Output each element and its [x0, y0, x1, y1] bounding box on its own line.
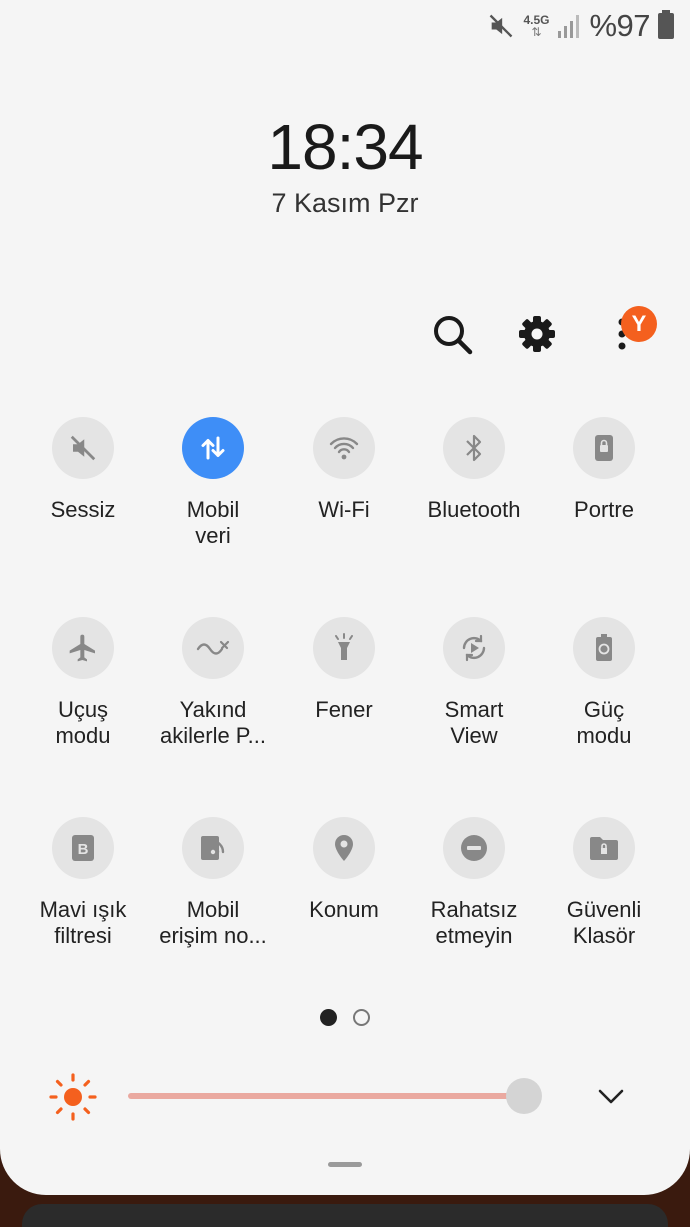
- sound-muted-icon: [490, 14, 513, 38]
- tile-yakindakilerle-paylas[interactable]: Yakınd akilerle P...: [148, 617, 278, 749]
- tile-fener[interactable]: Fener: [279, 617, 409, 723]
- tile-label: Fener: [315, 697, 373, 722]
- battery-percentage: %97: [589, 8, 650, 43]
- blue-light-filter-icon[interactable]: B: [52, 817, 114, 879]
- tile-mobil-veri[interactable]: Mobil veri: [148, 417, 278, 549]
- page-indicator: [320, 1009, 370, 1026]
- tile-label: Mobil erişim no...: [159, 897, 267, 948]
- tile-rahatsiz-etmeyin[interactable]: Rahatsız etmeyin: [409, 817, 539, 949]
- quick-settings-panel: 4.5G ⇅ %97 18:34 7 Kasım Pzr Y Sessiz Mo…: [0, 0, 690, 1195]
- clock-date[interactable]: 7 Kasım Pzr: [0, 188, 690, 219]
- location-icon[interactable]: [313, 817, 375, 879]
- tile-label: Konum: [309, 897, 379, 922]
- brightness-sun-icon: [49, 1073, 97, 1121]
- status-bar: 4.5G ⇅ %97: [487, 8, 674, 44]
- tile-label: Güç modu: [576, 697, 632, 748]
- brightness-slider[interactable]: [128, 1093, 540, 1099]
- signal-icon: [558, 15, 580, 38]
- mobile-hotspot-icon[interactable]: [182, 817, 244, 879]
- settings-gear-icon[interactable]: [515, 312, 559, 356]
- tile-guvenli-klasor[interactable]: Güvenli Klasör: [539, 817, 669, 949]
- tile-smart-view[interactable]: Smart View: [409, 617, 539, 749]
- tile-guc-modu[interactable]: Güç modu: [539, 617, 669, 749]
- tile-label: Wi-Fi: [318, 497, 370, 522]
- panel-drag-handle[interactable]: [328, 1162, 362, 1167]
- tile-bluetooth[interactable]: Bluetooth: [409, 417, 539, 523]
- airplane-icon[interactable]: [52, 617, 114, 679]
- secure-folder-icon[interactable]: [573, 817, 635, 879]
- tile-label: Mavi ışık filtresi: [39, 897, 127, 948]
- tile-label: Portre: [574, 497, 634, 522]
- tile-label: Yakınd akilerle P...: [160, 697, 266, 748]
- smart-view-icon[interactable]: [443, 617, 505, 679]
- background-notification-card: [22, 1204, 668, 1227]
- tile-konum[interactable]: Konum: [279, 817, 409, 923]
- tile-mavi-isik-filtresi[interactable]: B Mavi ışık filtresi: [18, 817, 148, 949]
- bluetooth-icon[interactable]: [443, 417, 505, 479]
- wifi-icon[interactable]: [313, 417, 375, 479]
- mute-icon[interactable]: [52, 417, 114, 479]
- chevron-down-icon[interactable]: [596, 1084, 626, 1108]
- tile-label: Mobil veri: [186, 497, 240, 548]
- tile-label: Smart View: [444, 697, 504, 748]
- brightness-slider-thumb[interactable]: [505, 1078, 542, 1114]
- tile-label: Rahatsız etmeyin: [430, 897, 518, 948]
- tile-label: Güvenli Klasör: [566, 897, 642, 948]
- battery-icon: [658, 10, 674, 39]
- flashlight-icon[interactable]: [313, 617, 375, 679]
- search-icon[interactable]: [430, 312, 474, 356]
- tile-label: Sessiz: [50, 497, 116, 522]
- do-not-disturb-icon[interactable]: [443, 817, 505, 879]
- mobile-data-icon[interactable]: [182, 417, 244, 479]
- page-dot-active[interactable]: [320, 1009, 337, 1026]
- nearby-share-icon[interactable]: [182, 617, 244, 679]
- clock-time[interactable]: 18:34: [0, 110, 690, 184]
- network-indicator: 4.5G ⇅: [523, 14, 549, 38]
- page-dot[interactable]: [353, 1009, 370, 1026]
- tile-wifi[interactable]: Wi-Fi: [279, 417, 409, 523]
- portrait-lock-icon[interactable]: [573, 417, 635, 479]
- tile-sessiz[interactable]: Sessiz: [18, 417, 148, 523]
- account-avatar[interactable]: Y: [621, 306, 657, 342]
- tile-label: Bluetooth: [427, 497, 521, 522]
- tile-ucus-modu[interactable]: Uçuş modu: [18, 617, 148, 749]
- tile-label: Uçuş modu: [55, 697, 111, 748]
- tile-portre[interactable]: Portre: [539, 417, 669, 523]
- svg-text:B: B: [78, 841, 89, 858]
- network-activity-icon: ⇅: [531, 25, 542, 39]
- power-mode-icon[interactable]: [573, 617, 635, 679]
- tile-mobil-erisim-noktasi[interactable]: Mobil erişim no...: [148, 817, 278, 949]
